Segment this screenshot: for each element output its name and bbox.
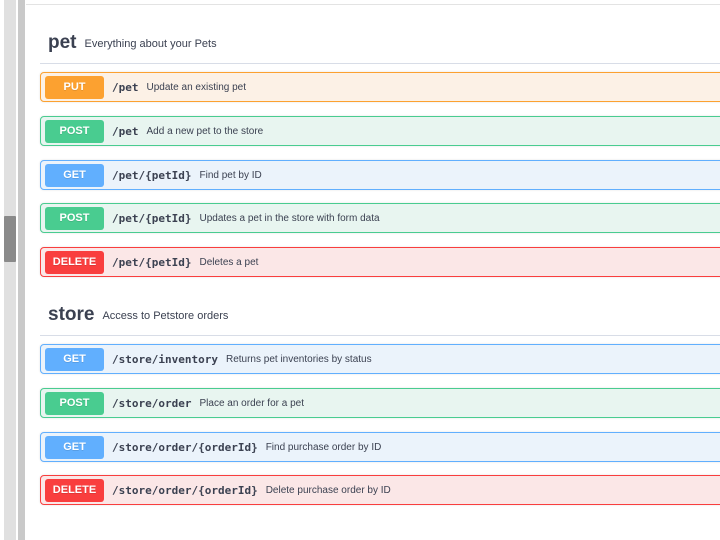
tag-header-store[interactable]: store Access to Petstore orders [40,295,720,336]
operation-summary: Returns pet inventories by status [226,354,372,365]
tag-description: Everything about your Pets [85,38,217,50]
operation-path: /store/order/{orderId} [112,441,258,454]
operation-path: /pet [112,81,139,94]
operation-path: /pet/{petId} [112,169,191,182]
operation-put-pet[interactable]: PUT /pet Update an existing pet [40,72,720,102]
operation-get-inventory[interactable]: GET /store/inventory Returns pet invento… [40,344,720,374]
operation-summary: Deletes a pet [199,257,258,268]
method-badge: GET [45,436,104,459]
operation-summary: Update an existing pet [147,82,247,93]
operation-path: /store/order/{orderId} [112,484,258,497]
operation-summary: Add a new pet to the store [147,126,264,137]
operation-summary: Delete purchase order by ID [266,485,391,496]
operation-summary: Updates a pet in the store with form dat… [199,213,379,224]
panel-divider [18,0,25,540]
operation-summary: Find purchase order by ID [266,442,382,453]
method-badge: POST [45,207,104,230]
method-badge: DELETE [45,251,104,274]
scrollbar-thumb[interactable] [4,216,16,262]
method-badge: DELETE [45,479,104,502]
tag-description: Access to Petstore orders [102,310,228,322]
left-gutter [0,0,26,540]
method-badge: POST [45,392,104,415]
operation-get-order-by-id[interactable]: GET /store/order/{orderId} Find purchase… [40,432,720,462]
method-badge: POST [45,120,104,143]
tag-name: store [48,304,94,326]
tag-name: pet [48,32,77,54]
operation-path: /store/order [112,397,191,410]
method-badge: PUT [45,76,104,99]
scrollbar-track[interactable] [4,0,16,540]
operations-panel: pet Everything about your Pets PUT /pet … [26,0,720,540]
operation-get-pet-by-id[interactable]: GET /pet/{petId} Find pet by ID [40,160,720,190]
method-badge: GET [45,348,104,371]
operation-delete-order[interactable]: DELETE /store/order/{orderId} Delete pur… [40,475,720,505]
operation-summary: Place an order for a pet [199,398,304,409]
operation-path: /pet/{petId} [112,256,191,269]
operation-summary: Find pet by ID [199,170,261,181]
operation-path: /pet/{petId} [112,212,191,225]
operation-post-pet-by-id[interactable]: POST /pet/{petId} Updates a pet in the s… [40,203,720,233]
operation-path: /pet [112,125,139,138]
operation-path: /store/inventory [112,353,218,366]
method-badge: GET [45,164,104,187]
operation-post-pet[interactable]: POST /pet Add a new pet to the store [40,116,720,146]
tag-header-pet[interactable]: pet Everything about your Pets [40,23,720,64]
operation-delete-pet[interactable]: DELETE /pet/{petId} Deletes a pet [40,247,720,277]
operation-post-order[interactable]: POST /store/order Place an order for a p… [40,388,720,418]
